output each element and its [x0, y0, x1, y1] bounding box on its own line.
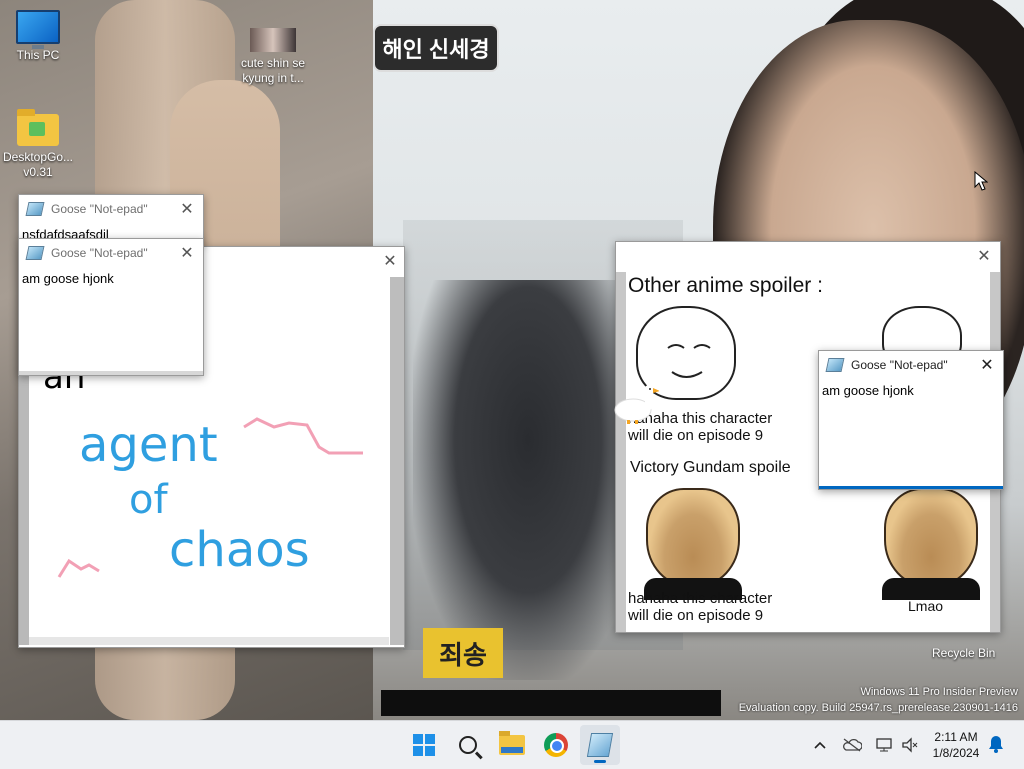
desktop-icon-label: This PC [16, 48, 60, 62]
notepad-icon [586, 733, 614, 757]
chrome-button[interactable] [536, 725, 576, 765]
image-viewer-left-border [616, 272, 626, 632]
notepad-titlebar[interactable]: Goose "Not-epad" ✕ [19, 195, 203, 223]
notepad-taskbar-button[interactable] [580, 725, 620, 765]
taskbar-clock[interactable]: 2:11 AM 1/8/2024 [928, 729, 984, 761]
goose-notepad-back[interactable]: Goose "Not-epad" ✕ nsfdafdsaafsdjl [18, 194, 204, 244]
volume-muted-icon[interactable] [900, 735, 920, 755]
notepad-bottom-border [19, 371, 203, 375]
desktop-icon-label: cute shin se kyung in t... [240, 56, 306, 85]
notepad-titlebar[interactable]: Goose "Not-epad" ✕ [19, 239, 203, 267]
image-thumbnail-icon [250, 28, 296, 52]
mouse-cursor-icon [974, 171, 988, 191]
search-icon [459, 736, 477, 754]
goose-notepad-right[interactable]: Goose "Not-epad" ✕ am goose hjonk [818, 350, 1004, 490]
onedrive-icon[interactable] [842, 735, 862, 755]
notepad-focus-border [819, 486, 1003, 489]
close-icon[interactable]: ✕ [974, 246, 994, 266]
wallpaper-sticker: 죄송 [423, 628, 503, 678]
clock-time: 2:11 AM [934, 730, 978, 744]
notepad-icon [825, 358, 845, 372]
search-button[interactable] [448, 725, 488, 765]
notepad-icon [25, 202, 45, 216]
clock-date: 1/8/2024 [932, 746, 980, 760]
close-icon[interactable]: ✕ [380, 251, 400, 271]
watermark-line-2: Evaluation copy. Build 25947.rs_prerelea… [738, 702, 1018, 714]
file-explorer-button[interactable] [492, 725, 532, 765]
file-explorer-icon [499, 731, 525, 755]
chevron-up-icon[interactable] [810, 735, 830, 755]
meme-heading: Other anime spoiler : [628, 274, 823, 297]
folder-icon [17, 109, 59, 146]
network-icon[interactable] [874, 735, 894, 755]
close-icon[interactable]: ✕ [177, 243, 197, 263]
desktop-goose[interactable] [613, 384, 659, 424]
notepad-textarea[interactable]: am goose hjonk [819, 379, 1003, 402]
this-pc-icon [16, 10, 60, 49]
notepad-textarea[interactable]: am goose hjonk [19, 267, 203, 290]
notepad-icon [25, 246, 45, 260]
desktop-icon-desktopgoose-folder[interactable]: DesktopGo... v0.31 [0, 109, 76, 180]
start-icon [413, 734, 435, 756]
watermark-line-1: Windows 11 Pro Insider Preview [860, 686, 1018, 698]
notification-bell-icon[interactable] [988, 735, 1006, 753]
desktop-icon-recycle-bin[interactable]: Recycle Bin [932, 646, 995, 660]
chrome-icon [544, 733, 568, 757]
close-icon[interactable]: ✕ [977, 355, 997, 375]
chad-drawing-left [644, 488, 742, 600]
window-title: Goose "Not-epad" [51, 202, 148, 216]
drawing-window-right-border [390, 277, 404, 645]
wallpaper-subtitle-bar [381, 690, 721, 716]
goose-notepad-front[interactable]: Goose "Not-epad" ✕ am goose hjonk [18, 238, 204, 376]
desktop-icon-label: DesktopGo... v0.31 [2, 150, 74, 179]
chad-drawing-right [882, 488, 980, 600]
drawing-canvas-bottom-edge [29, 637, 389, 645]
window-title: Goose "Not-epad" [851, 358, 948, 372]
wallpaper-caption: 해인 신세경 [373, 24, 499, 72]
desktop-icon-this-pc[interactable]: This PC [0, 10, 76, 62]
meme-middle-heading: Victory Gundam spoile [630, 459, 791, 476]
window-title: Goose "Not-epad" [51, 246, 148, 260]
desktop-icon-image-file[interactable]: cute shin se kyung in t... [235, 28, 311, 86]
image-viewer-titlebar[interactable]: ✕ [616, 242, 1000, 270]
start-button[interactable] [404, 725, 444, 765]
meme-bottom-right-caption: Lmao [908, 598, 944, 614]
notepad-titlebar[interactable]: Goose "Not-epad" ✕ [819, 351, 1003, 379]
meme-bottom-left-caption: hahaha this character will die on episod… [628, 590, 773, 624]
taskbar: 2:11 AM 1/8/2024 [0, 720, 1024, 769]
close-icon[interactable]: ✕ [177, 199, 197, 219]
